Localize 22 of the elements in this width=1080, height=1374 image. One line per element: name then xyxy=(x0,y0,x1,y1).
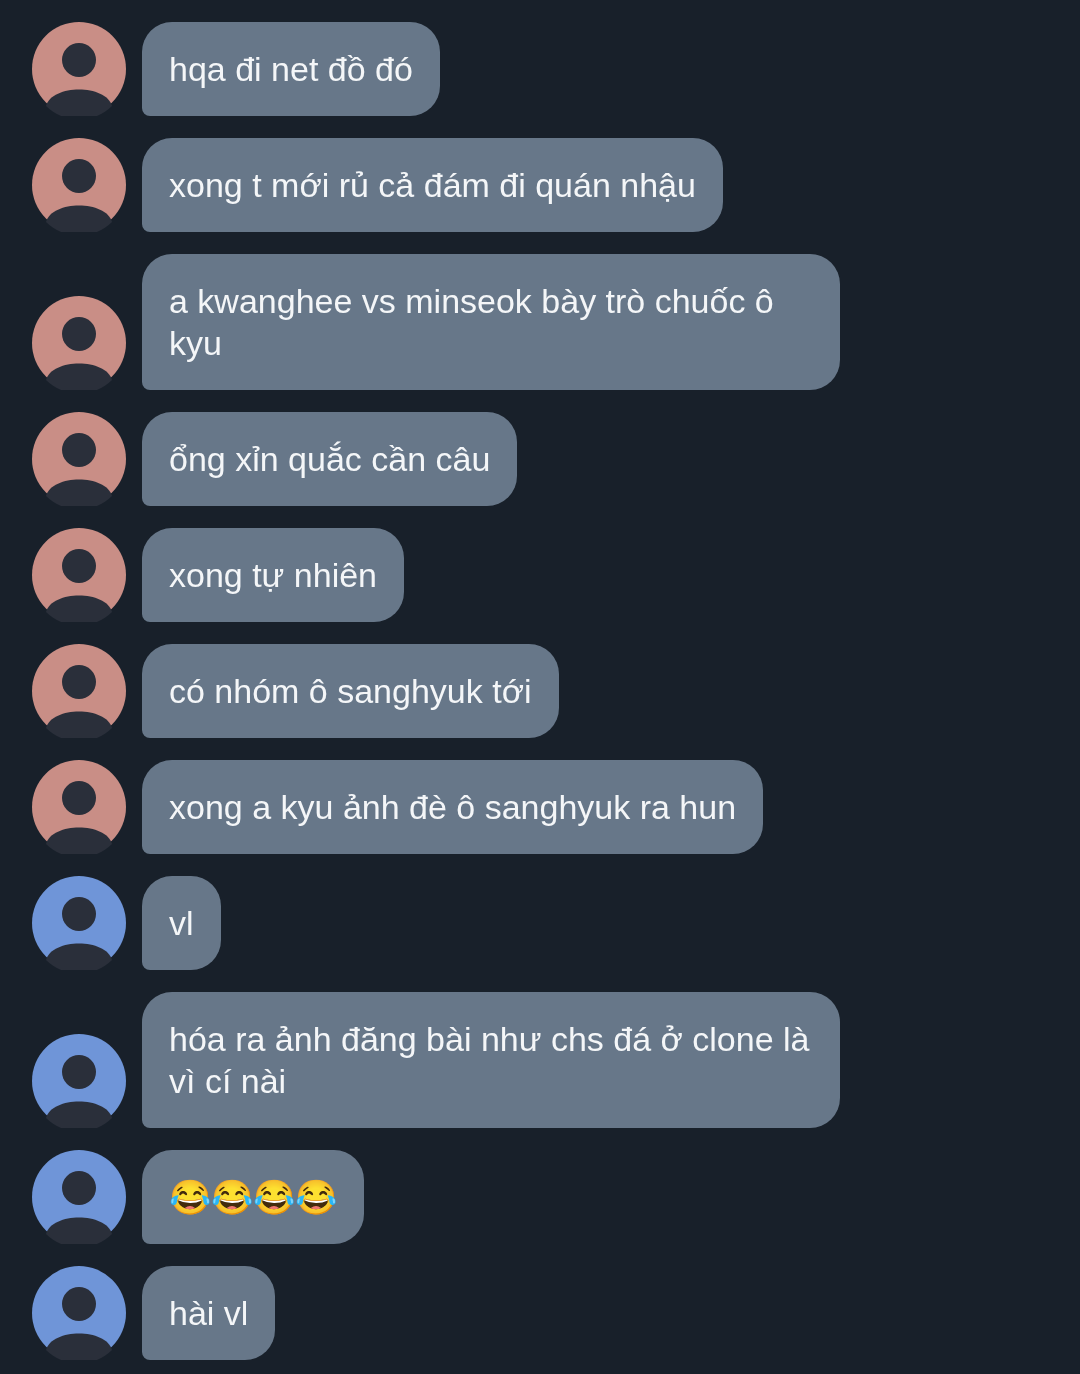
avatar-icon[interactable] xyxy=(32,1266,126,1360)
message-bubble: hqa đi net đồ đó xyxy=(142,22,440,116)
avatar-icon[interactable] xyxy=(32,876,126,970)
avatar-icon[interactable] xyxy=(32,138,126,232)
message-bubble: xong a kyu ảnh đè ô sanghyuk ra hun xyxy=(142,760,764,854)
avatar-icon[interactable] xyxy=(32,528,126,622)
avatar-icon[interactable] xyxy=(32,412,126,506)
avatar-icon[interactable] xyxy=(32,1150,126,1244)
message-bubble: xong t mới rủ cả đám đi quán nhậu xyxy=(142,138,723,232)
message-bubble: hóa ra ảnh đăng bài như chs đá ở clone là vì cí nài xyxy=(142,992,840,1128)
avatar-icon[interactable] xyxy=(32,296,126,390)
message-bubble: vl xyxy=(142,876,221,970)
message-bubble: hài vl xyxy=(142,1266,276,1360)
avatar-icon[interactable] xyxy=(32,1034,126,1128)
message-bubble: 😂😂😂😂 xyxy=(142,1150,364,1244)
message-bubble: có nhóm ô sanghyuk tới xyxy=(142,644,559,738)
avatar-icon[interactable] xyxy=(32,644,126,738)
message-bubble: a kwanghee vs minseok bày trò chuốc ô kyu xyxy=(142,254,840,390)
message-bubble: xong tự nhiên xyxy=(142,528,405,622)
avatar-icon[interactable] xyxy=(32,22,126,116)
avatar-icon[interactable] xyxy=(32,760,126,854)
message-bubble: ổng xỉn quắc cần câu xyxy=(142,412,518,506)
